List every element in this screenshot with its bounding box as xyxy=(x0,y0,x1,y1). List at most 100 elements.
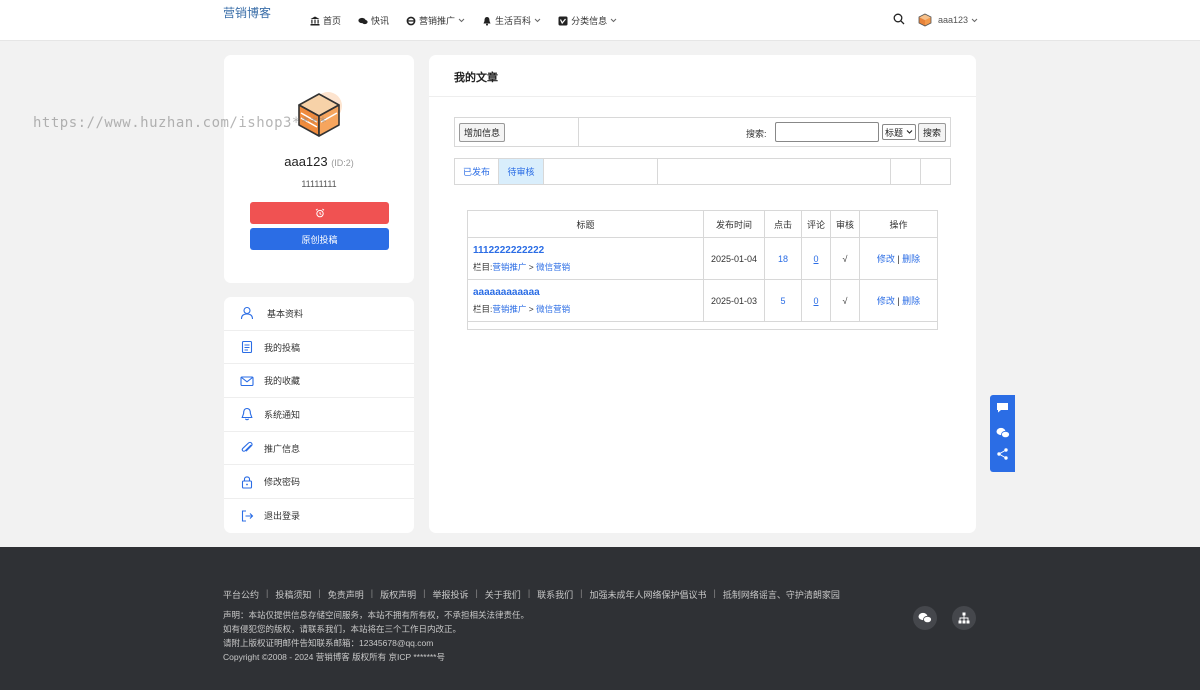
search-field-select[interactable]: 标题 xyxy=(882,124,916,140)
nav-marketing[interactable]: 营销推广 xyxy=(406,14,465,27)
user-icon xyxy=(240,306,254,320)
search-button[interactable]: 搜索 xyxy=(918,123,946,142)
nav-life-label: 生活百科 xyxy=(495,16,532,26)
divider xyxy=(578,118,579,146)
menu-item-my-submissions[interactable]: 我的投稿 xyxy=(224,331,414,365)
checkin-button[interactable] xyxy=(250,202,389,224)
menu-item-notifications[interactable]: 系统通知 xyxy=(224,398,414,432)
article-title-link[interactable]: aaaaaaaaaaaa xyxy=(473,287,540,298)
article-title-link[interactable]: 1112222222222 xyxy=(473,245,544,256)
article-clicks: 5 xyxy=(765,280,802,321)
profile-name: aaa123 (ID:2) xyxy=(224,154,414,169)
article-toolbar: 增加信息 搜索: 标题 搜索 xyxy=(454,117,951,147)
footer-link[interactable]: 抵制网络谣言、守护清朗家园 xyxy=(723,588,840,601)
category-link[interactable]: 营销推广 xyxy=(492,262,526,272)
menu-item-promotion[interactable]: 推广信息 xyxy=(224,432,414,466)
search-icon[interactable] xyxy=(893,13,905,25)
footer-link[interactable]: 免责声明 xyxy=(328,588,364,601)
article-actions: 修改 | 删除 xyxy=(876,252,921,265)
vimeo-icon xyxy=(558,16,568,26)
nav-news[interactable]: 快讯 xyxy=(358,14,389,27)
wechat-icon[interactable] xyxy=(996,427,1010,439)
article-title-cell: 1112222222222 栏目:营销推广 > 微信营销 xyxy=(468,238,704,279)
site-footer: 平台公约 | 投稿须知 | 免责声明 | 版权声明 | 举报投诉 | 关于我们 | 联系我们… xyxy=(0,547,1200,690)
chevron-down-icon xyxy=(610,18,617,23)
table-row: aaaaaaaaaaaa 栏目:营销推广 > 微信营销 2025-01-03 5… xyxy=(468,279,937,321)
table-footer-row xyxy=(468,321,937,322)
footer-link[interactable]: 加强未成年人网络保护倡议书 xyxy=(590,588,707,601)
article-clicks: 18 xyxy=(765,238,802,279)
tab-pending[interactable]: 待审核 xyxy=(499,159,544,184)
my-articles-panel: 我的文章 增加信息 搜索: 标题 搜索 已发布 待审核 标题 发布时间 点击 评… xyxy=(429,55,976,533)
edit-link[interactable]: 修改 xyxy=(877,294,895,307)
nav-news-label: 快讯 xyxy=(371,16,390,26)
menu-item-label: 推广信息 xyxy=(264,443,301,454)
article-comments: 0 xyxy=(802,280,831,321)
menu-item-label: 基本资料 xyxy=(267,308,304,319)
menu-item-logout[interactable]: 退出登录 xyxy=(224,499,414,533)
delete-link[interactable]: 删除 xyxy=(902,252,920,265)
menu-item-profile[interactable]: 基本资料 xyxy=(224,297,414,331)
status-tabs: 已发布 待审核 xyxy=(454,158,951,185)
edit-link[interactable]: 修改 xyxy=(877,252,895,265)
bank-icon xyxy=(310,16,320,26)
chat-icon[interactable] xyxy=(996,401,1009,414)
menu-item-favorites[interactable]: 我的收藏 xyxy=(224,364,414,399)
profile-card: aaa123 (ID:2) 11111111 原创投稿 xyxy=(224,55,414,283)
site-logo[interactable]: 营销博客 xyxy=(223,7,279,20)
paperclip-icon xyxy=(240,441,254,455)
menu-item-label: 退出登录 xyxy=(264,511,301,522)
tab-cell xyxy=(544,159,658,184)
delete-link[interactable]: 删除 xyxy=(902,294,920,307)
chevron-down-icon xyxy=(971,18,978,23)
ie-icon xyxy=(406,16,416,26)
profile-id: (ID:2) xyxy=(331,158,354,168)
share-icon[interactable] xyxy=(997,448,1008,460)
menu-item-label: 我的收藏 xyxy=(264,376,301,387)
col-header-comments: 评论 xyxy=(802,211,831,237)
user-sidebar-menu: 基本资料 我的投稿 我的收藏 系统通知 推广信息 修改密码 退出登录 xyxy=(224,297,414,533)
user-menu[interactable]: aaa123 xyxy=(917,12,978,28)
submit-article-button[interactable]: 原创投稿 xyxy=(250,228,389,250)
wechat-icon[interactable] xyxy=(913,606,937,630)
profile-username: aaa123 xyxy=(284,154,328,169)
footer-link[interactable]: 投稿须知 xyxy=(275,588,311,601)
menu-item-change-password[interactable]: 修改密码 xyxy=(224,465,414,500)
bell-icon xyxy=(482,16,492,26)
tab-published[interactable]: 已发布 xyxy=(455,159,499,184)
article-actions: 修改 | 删除 xyxy=(876,294,921,307)
nav-life[interactable]: 生活百科 xyxy=(482,14,541,27)
subcategory-link[interactable]: 微信营销 xyxy=(536,262,570,272)
col-header-clicks: 点击 xyxy=(765,211,802,237)
subcategory-link[interactable]: 微信营销 xyxy=(536,304,570,314)
tab-cell xyxy=(658,159,891,184)
nav-home[interactable]: 首页 xyxy=(310,14,341,27)
category-link[interactable]: 营销推广 xyxy=(492,304,526,314)
tab-cell xyxy=(891,159,921,184)
comments-link[interactable]: 0 xyxy=(813,254,818,264)
page-title: 我的文章 xyxy=(454,72,498,84)
comments-link[interactable]: 0 xyxy=(813,296,818,306)
footer-link[interactable]: 版权声明 xyxy=(380,588,416,601)
envelope-icon xyxy=(240,374,254,388)
footer-line: 请附上版权证明邮件告知联系邮箱：12345678@qq.com xyxy=(223,638,434,648)
nav-classifieds[interactable]: 分类信息 xyxy=(558,14,617,27)
profile-description: 11111111 xyxy=(301,179,337,189)
nav-marketing-label: 营销推广 xyxy=(419,16,456,26)
watermark-text: https://www.huzhan.com/ishop3**** xyxy=(33,115,328,131)
footer-link[interactable]: 举报投诉 xyxy=(432,588,468,601)
floating-share-bar xyxy=(990,395,1015,472)
article-category: 栏目:营销推广 > 微信营销 xyxy=(473,303,571,314)
footer-link[interactable]: 关于我们 xyxy=(485,588,521,601)
footer-link[interactable]: 平台公约 xyxy=(223,588,259,601)
col-header-actions: 操作 xyxy=(889,219,908,230)
sitemap-icon[interactable] xyxy=(952,606,976,630)
main-nav: 首页 快讯 营销推广 生活百科 分类信息 xyxy=(310,0,634,41)
article-title-cell: aaaaaaaaaaaa 栏目:营销推广 > 微信营销 xyxy=(468,280,704,321)
footer-line: 声明：本站仅提供信息存储空间服务，本站不拥有所有权，不承担相关法律责任。 xyxy=(223,610,530,620)
menu-item-label: 系统通知 xyxy=(264,409,301,420)
article-review-status: √ xyxy=(831,238,860,279)
footer-link[interactable]: 联系我们 xyxy=(537,588,573,601)
search-input[interactable] xyxy=(775,122,879,142)
add-article-button[interactable]: 增加信息 xyxy=(459,123,506,142)
